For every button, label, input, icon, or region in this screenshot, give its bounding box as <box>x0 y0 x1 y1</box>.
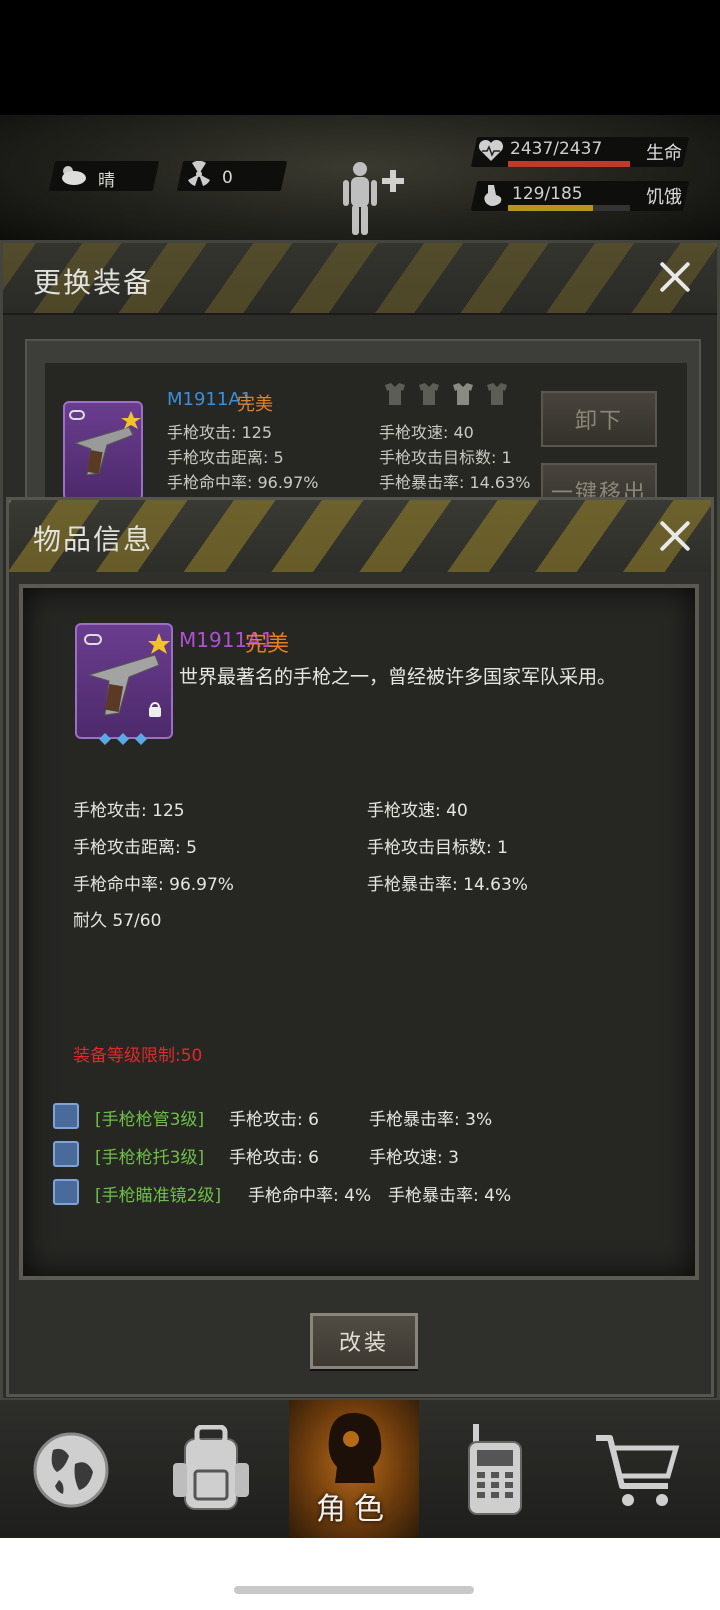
health-label: 生命 <box>646 143 682 164</box>
mod-name: [手枪瞄准镜2级] <box>95 1186 222 1206</box>
equipped-stat-accuracy: 手枪命中率: 96.97% <box>167 473 319 492</box>
heart-icon <box>478 139 504 161</box>
nav-shop[interactable] <box>572 1400 702 1540</box>
mod-stat: 手枪命中率: 4% <box>248 1186 372 1206</box>
nav-character[interactable]: 角色 <box>289 1400 419 1540</box>
change-panel-title: 更换装备 <box>33 266 154 299</box>
stomach-icon <box>484 185 502 206</box>
level-limit: 装备等级限制:50 <box>73 1046 203 1066</box>
mod-stat: 手枪攻速: 3 <box>369 1148 459 1168</box>
stock-mod-icon <box>53 1141 79 1167</box>
modify-button[interactable]: 改装 <box>310 1313 418 1369</box>
item-icon <box>75 623 173 739</box>
equipped-stat-speed: 手枪攻速: 40 <box>379 423 474 442</box>
barrel-mod-icon <box>53 1103 79 1129</box>
radiation-icon <box>188 161 210 186</box>
pistol-icon <box>69 410 141 476</box>
home-indicator[interactable] <box>234 1586 474 1594</box>
mod-stat: 手枪暴击率: 3% <box>369 1110 493 1130</box>
mod-row: [手枪枪托3级] 手枪攻击: 6 手枪攻速: 3 <box>23 1141 695 1171</box>
nav-world[interactable] <box>6 1400 136 1540</box>
mod-row: [手枪瞄准镜2级] 手枪命中率: 4% 手枪暴击率: 4% <box>23 1179 695 1209</box>
equipped-item-box: M1911A1 完美 手枪攻击: 125 手枪攻速: 40 手枪攻击距离: 5 … <box>25 339 701 519</box>
hunger-bar-fill <box>508 205 594 211</box>
weather-text: 晴 <box>98 171 115 191</box>
bottom-nav: 角色 <box>0 1398 720 1540</box>
attr-speed: 手枪攻速: 40 <box>367 801 468 821</box>
change-panel-close-icon[interactable] <box>655 257 695 297</box>
nav-character-label: 角色 <box>316 1492 392 1527</box>
status-area: 晴 0 2437/2437 生命 129/185 饥饿 <box>0 115 720 245</box>
item-info-dialog: 物品信息 M1911A1 完美 世界最著名的手枪之一，曾经被许多国家军队采用。 … <box>6 497 714 1397</box>
hunger-bar <box>508 205 630 211</box>
mod-stat: 手枪攻击: 6 <box>229 1148 319 1168</box>
mod-name: [手枪枪管3级] <box>95 1110 205 1130</box>
equipped-stat-crit: 手枪暴击率: 14.63% <box>379 473 531 492</box>
attr-crit: 手枪暴击率: 14.63% <box>367 875 528 895</box>
item-info-title: 物品信息 <box>33 523 154 556</box>
system-bottom-bar <box>0 1538 720 1610</box>
unequip-button[interactable]: 卸下 <box>541 391 657 447</box>
durability: 耐久 57/60 <box>73 911 162 931</box>
scope-mod-icon <box>53 1179 79 1205</box>
attr-targets: 手枪攻击目标数: 1 <box>367 838 508 858</box>
mod-stat: 手枪攻击: 6 <box>229 1110 319 1130</box>
nav-radio[interactable] <box>430 1400 560 1540</box>
hunger-value: 129/185 <box>512 184 583 204</box>
mod-stat: 手枪暴击率: 4% <box>388 1186 512 1206</box>
health-bar <box>508 161 630 167</box>
radio-icon <box>468 1424 522 1515</box>
attr-accuracy: 手枪命中率: 96.97% <box>73 875 234 895</box>
item-info-frame: M1911A1 完美 世界最著名的手枪之一，曾经被许多国家军队采用。 手枪攻击:… <box>19 584 699 1280</box>
item-info-close-icon[interactable] <box>655 516 695 556</box>
attr-attack: 手枪攻击: 125 <box>73 801 185 821</box>
mod-name: [手枪枪托3级] <box>95 1148 205 1168</box>
weather-cloud-icon <box>62 166 86 185</box>
globe-icon <box>33 1432 109 1508</box>
equipped-item-quality: 完美 <box>237 394 273 415</box>
nav-backpack[interactable] <box>146 1400 276 1540</box>
armor-slots-icon <box>385 383 507 405</box>
backpack-icon <box>173 1425 249 1510</box>
health-bar-fill <box>508 161 630 167</box>
mod-row: [手枪枪管3级] 手枪攻击: 6 手枪暴击率: 3% <box>23 1103 695 1133</box>
equipped-stat-attack: 手枪攻击: 125 <box>167 423 273 442</box>
item-description: 世界最著名的手枪之一，曾经被许多国家军队采用。 <box>179 666 617 688</box>
upgrade-gems-icon <box>99 733 147 745</box>
change-panel-header: 更换装备 <box>3 243 717 315</box>
radiation-value: 0 <box>222 168 233 188</box>
equipped-stat-range: 手枪攻击距离: 5 <box>167 448 284 467</box>
hunger-label: 饥饿 <box>646 187 682 208</box>
item-quality: 完美 <box>245 632 290 657</box>
item-info-header: 物品信息 <box>9 500 711 572</box>
character-body-icon[interactable] <box>340 160 408 238</box>
item-info-body: M1911A1 完美 世界最著名的手枪之一，曾经被许多国家军队采用。 手枪攻击:… <box>23 588 695 1276</box>
cart-icon <box>596 1435 680 1506</box>
equipped-item-icon[interactable] <box>63 401 143 501</box>
attr-range: 手枪攻击距离: 5 <box>73 838 197 858</box>
equipped-stat-targets: 手枪攻击目标数: 1 <box>379 448 512 467</box>
health-value: 2437/2437 <box>510 139 603 159</box>
pistol-icon <box>84 633 170 717</box>
